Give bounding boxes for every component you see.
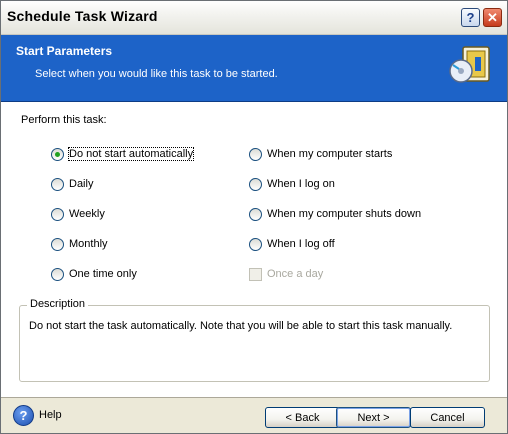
radio-label: Monthly <box>69 238 108 250</box>
schedule-wizard-icon <box>449 46 490 83</box>
radio-button[interactable] <box>51 177 64 191</box>
cancel-button[interactable]: Cancel <box>410 407 485 428</box>
wizard-header: Start Parameters Select when you would l… <box>1 35 507 102</box>
radio-button[interactable] <box>51 147 64 161</box>
radio-monthly[interactable]: Monthly <box>51 235 108 253</box>
radio-button[interactable] <box>51 237 64 251</box>
radio-log-off[interactable]: When I log off <box>249 235 335 253</box>
description-label: Description <box>27 298 89 310</box>
title-help-button[interactable]: ? <box>461 8 480 27</box>
wizard-footer: ? Help < Back Next > Cancel <box>1 398 507 433</box>
radio-label: When my computer starts <box>267 148 393 160</box>
radio-computer-shuts-down[interactable]: When my computer shuts down <box>249 205 421 223</box>
back-button[interactable]: < Back <box>265 407 340 428</box>
cancel-button-label: Cancel <box>430 411 465 424</box>
wizard-window: Schedule Task Wizard ? ✕ Start Parameter… <box>0 0 508 434</box>
radio-button[interactable] <box>249 237 262 251</box>
radio-label: Weekly <box>69 208 105 220</box>
radio-log-on[interactable]: When I log on <box>249 175 335 193</box>
close-icon: ✕ <box>487 9 498 25</box>
header-title: Start Parameters <box>16 44 113 58</box>
radio-button[interactable] <box>51 267 64 281</box>
radio-daily[interactable]: Daily <box>51 175 93 193</box>
help-icon[interactable]: ? <box>13 405 34 426</box>
radio-label: When my computer shuts down <box>267 208 422 220</box>
radio-label: When I log on <box>267 178 335 190</box>
wizard-body: Perform this task: Do not start automati… <box>1 102 507 397</box>
radio-button[interactable] <box>51 207 64 221</box>
radio-button[interactable] <box>249 147 262 161</box>
radio-button[interactable] <box>249 177 262 191</box>
help-link[interactable]: Help <box>39 409 62 421</box>
header-subtitle: Select when you would like this task to … <box>35 68 278 80</box>
checkbox[interactable] <box>249 267 262 281</box>
question-icon: ? <box>466 10 475 25</box>
radio-button[interactable] <box>249 207 262 221</box>
radio-label: When I log off <box>267 238 335 250</box>
perform-label: Perform this task: <box>21 114 107 126</box>
next-button[interactable]: Next > <box>336 407 411 428</box>
radio-label: Daily <box>69 178 94 190</box>
description-text: Do not start the task automatically. Not… <box>29 320 453 332</box>
close-button[interactable]: ✕ <box>483 8 502 27</box>
radio-do-not-start[interactable]: Do not start automatically <box>51 145 195 163</box>
checkbox-label: Once a day <box>267 268 324 280</box>
description-group: Description Do not start the task automa… <box>19 298 490 382</box>
radio-weekly[interactable]: Weekly <box>51 205 105 223</box>
radio-label: Do not start automatically <box>67 147 195 161</box>
title-bar[interactable]: Schedule Task Wizard ? ✕ <box>1 1 507 35</box>
back-button-label: < Back <box>285 411 320 424</box>
question-glyph: ? <box>19 408 28 423</box>
radio-computer-starts[interactable]: When my computer starts <box>249 145 392 163</box>
radio-one-time-only[interactable]: One time only <box>51 265 137 283</box>
window-title: Schedule Task Wizard <box>7 8 158 24</box>
once-a-day-checkbox[interactable]: Once a day <box>249 265 323 283</box>
next-button-label: Next > <box>357 411 390 424</box>
radio-label: One time only <box>69 268 137 280</box>
